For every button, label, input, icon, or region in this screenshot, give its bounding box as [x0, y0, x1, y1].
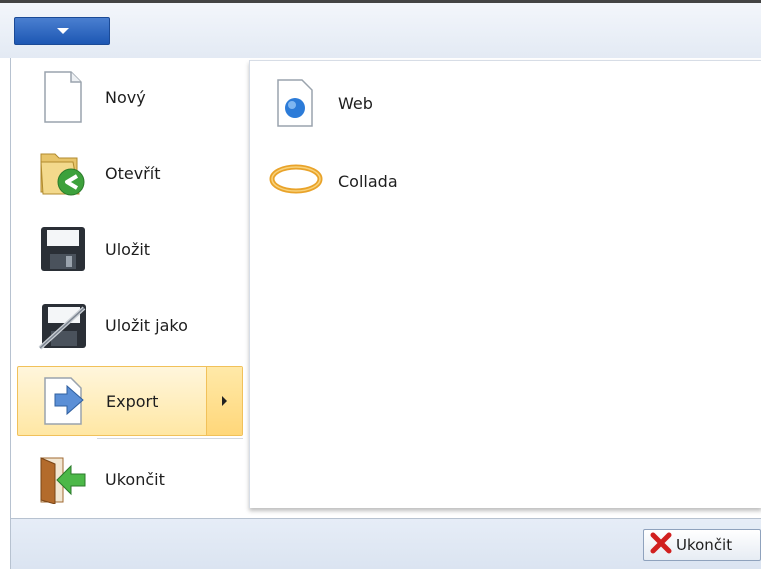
submenu-item-collada[interactable]: Collada [268, 153, 568, 209]
menu-item-open[interactable]: Otevřít [17, 138, 243, 208]
application-menu-footer: Ukončit [10, 518, 761, 569]
menu-item-label: Export [106, 391, 159, 411]
save-as-disk-icon [33, 295, 93, 355]
menu-separator [97, 438, 243, 439]
menu-item-label: Uložit jako [105, 315, 188, 335]
submenu-item-label: Collada [338, 171, 398, 191]
application-menu-panel: Nový Otevřít Uložit Uložit jako Export U… [10, 58, 761, 518]
application-menu-button[interactable] [14, 17, 110, 45]
new-document-icon [33, 67, 93, 127]
menu-item-label: Nový [105, 87, 146, 107]
exit-button[interactable]: Ukončit [643, 529, 761, 561]
menu-item-export[interactable]: Export [17, 366, 243, 436]
collada-ring-icon [268, 153, 324, 209]
submenu-item-web[interactable]: Web [268, 75, 568, 131]
menu-item-save-as[interactable]: Uložit jako [17, 290, 243, 360]
menu-item-new[interactable]: Nový [17, 62, 243, 132]
menu-item-label: Otevřít [105, 163, 161, 183]
chevron-down-icon [57, 28, 69, 34]
save-disk-icon [33, 219, 93, 279]
export-submenu: Web Collada [249, 60, 761, 508]
menu-item-label: Uložit [105, 239, 151, 259]
web-document-icon [268, 75, 324, 131]
open-folder-icon [33, 143, 93, 203]
submenu-item-label: Web [338, 93, 373, 113]
chevron-right-icon [222, 396, 227, 406]
submenu-expand-button[interactable] [206, 367, 242, 435]
menu-item-exit[interactable]: Ukončit [17, 444, 243, 514]
menu-item-save[interactable]: Uložit [17, 214, 243, 284]
export-icon [34, 371, 94, 431]
menu-item-label: Ukončit [105, 469, 165, 489]
exit-button-label: Ukončit [676, 536, 733, 554]
exit-door-icon [33, 449, 93, 509]
application-menu-commands: Nový Otevřít Uložit Uložit jako Export U… [11, 58, 248, 518]
red-x-icon [650, 532, 672, 558]
ribbon-title-bar [0, 0, 761, 58]
